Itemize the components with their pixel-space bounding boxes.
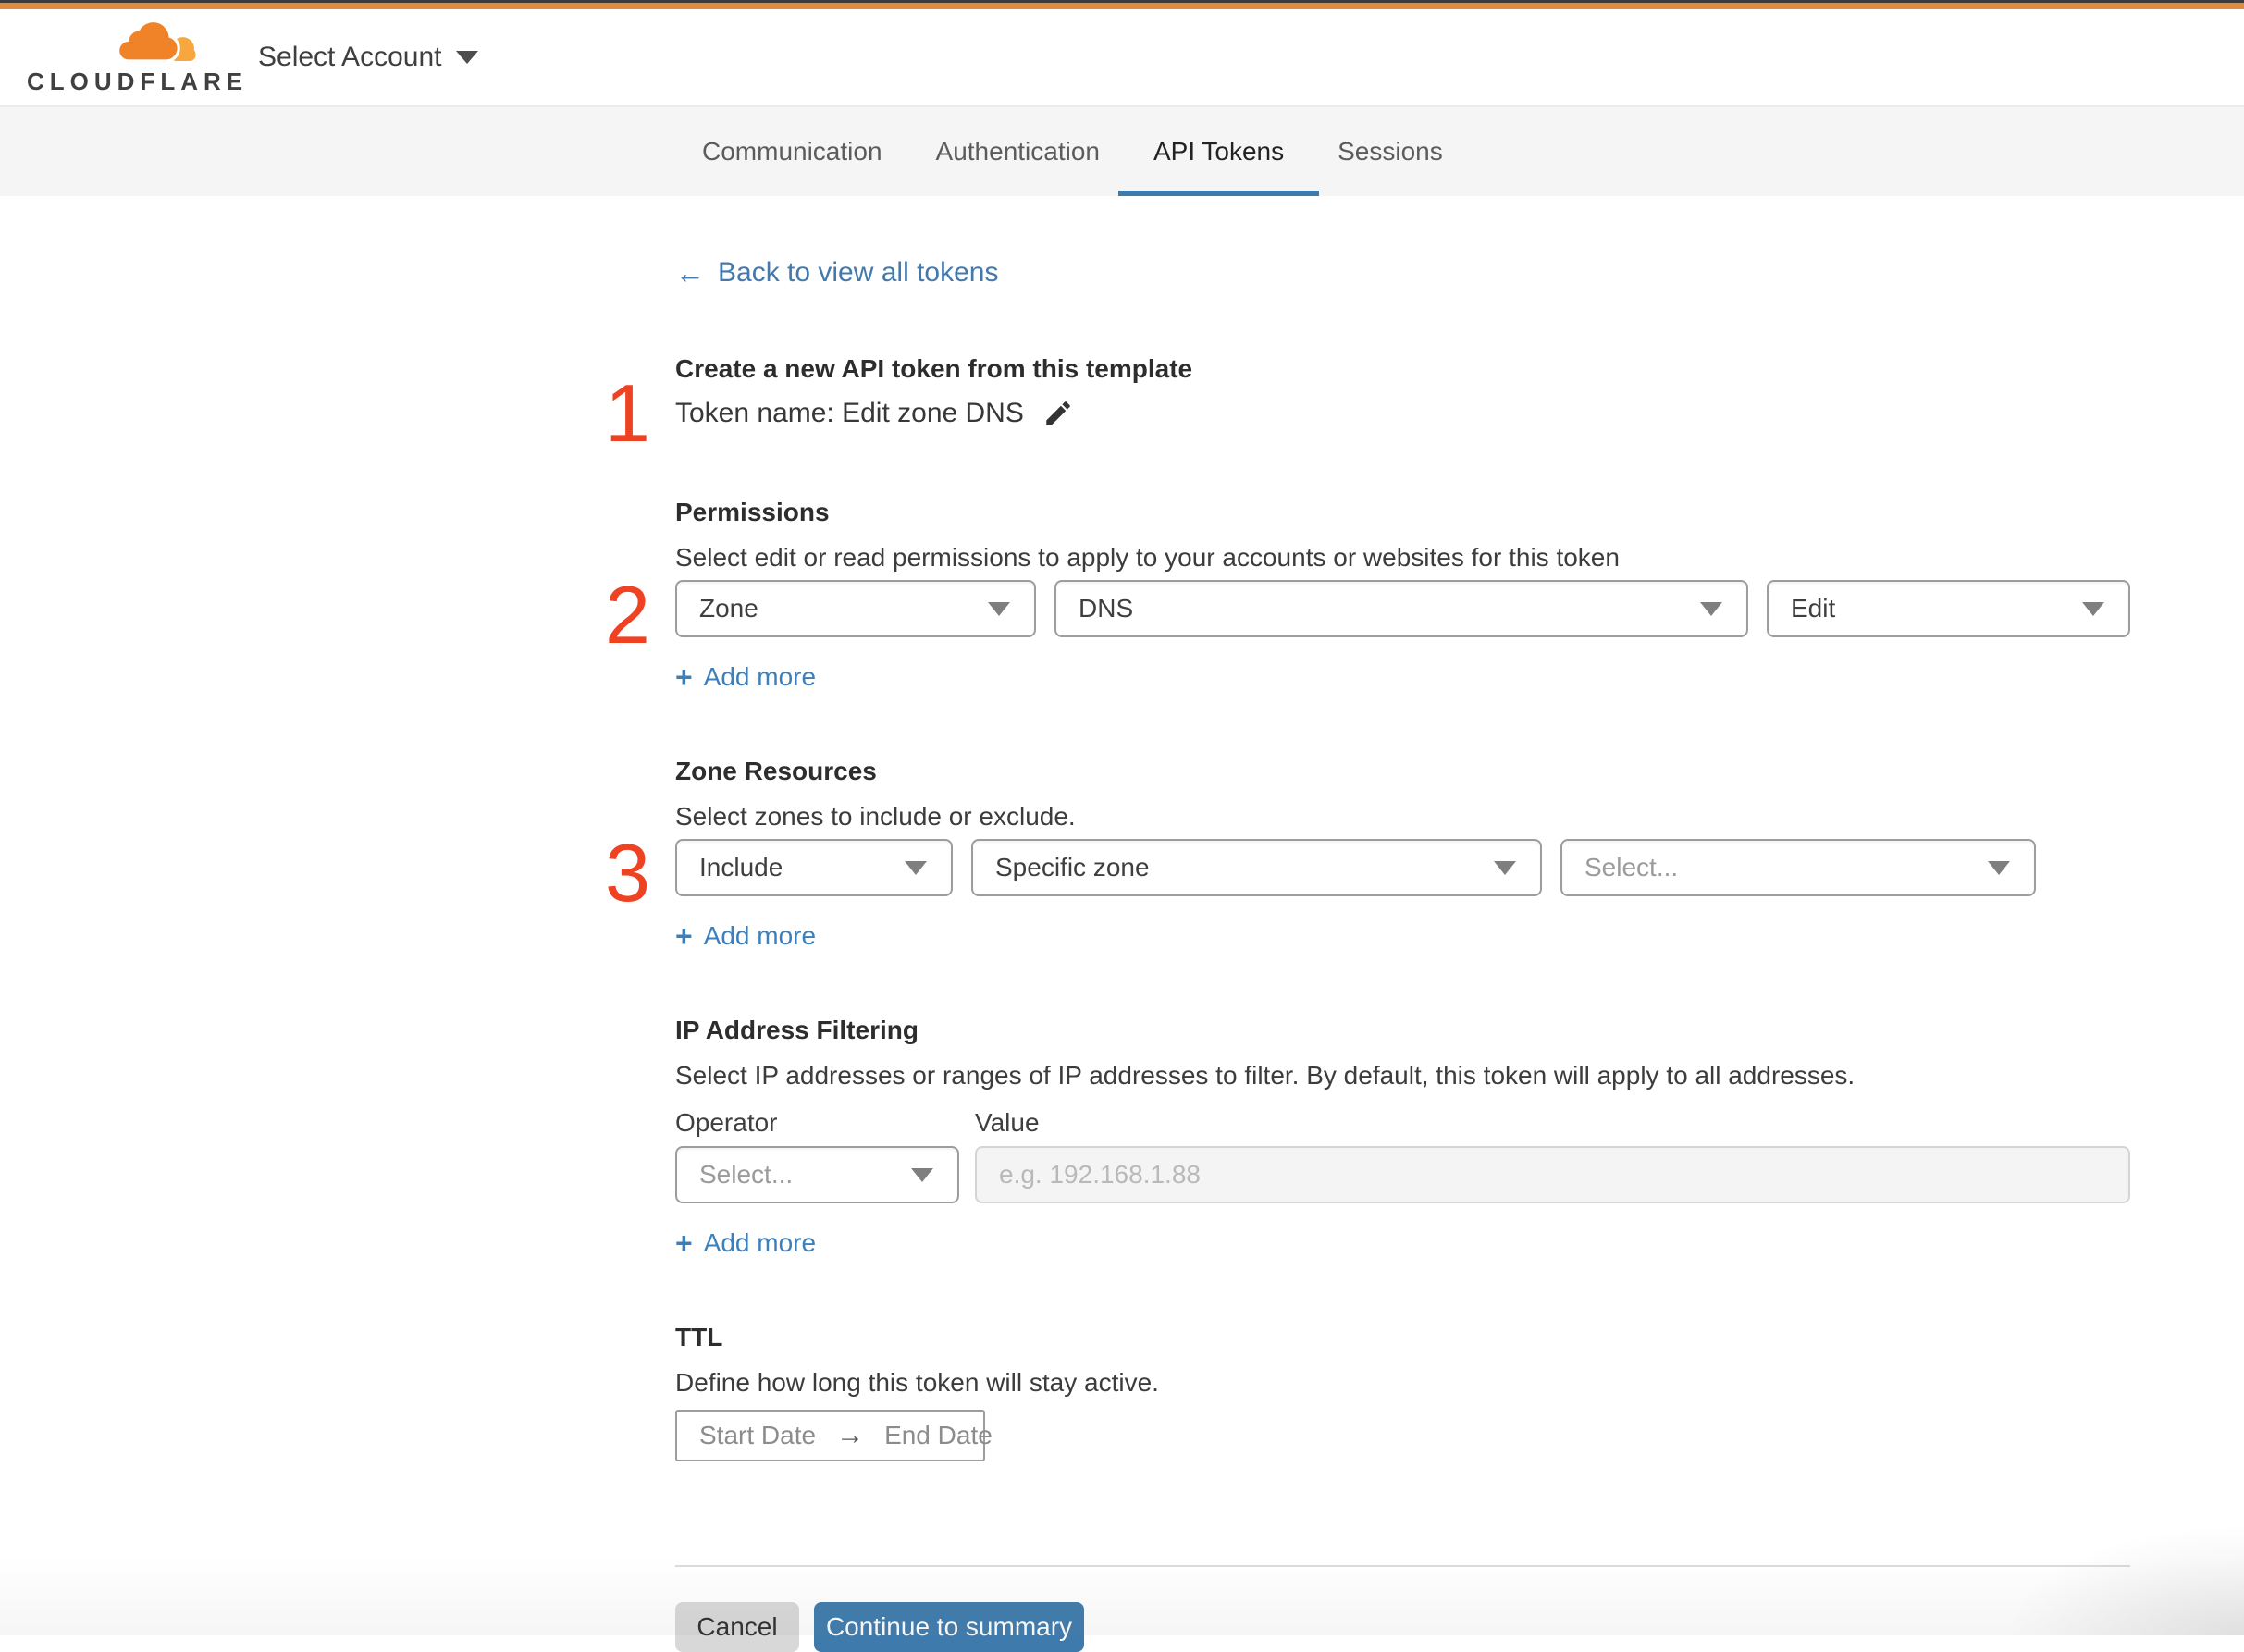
arrow-left-icon: ← <box>675 256 705 290</box>
add-more-label: Add more <box>703 921 817 950</box>
placeholder-value: Select... <box>699 1160 794 1190</box>
caret-down-icon <box>905 861 927 875</box>
selected-value: Edit <box>1791 594 1836 623</box>
ip-filtering-add-more-link[interactable]: + Add more <box>675 1227 816 1259</box>
caret-down-icon <box>1700 602 1722 616</box>
plus-icon: + <box>675 1227 693 1260</box>
permissions-row: 2 Zone DNS Edit <box>605 574 2130 656</box>
selected-value: DNS <box>1079 594 1134 623</box>
plus-icon: + <box>675 919 693 953</box>
back-link-label: Back to view all tokens <box>718 257 999 288</box>
ip-filtering-labels: Operator Value <box>675 1107 2130 1139</box>
tab-label: Sessions <box>1338 137 1443 166</box>
selected-value: Zone <box>699 594 758 623</box>
step-number-3: 3 <box>605 827 650 918</box>
permission-access-select[interactable]: Edit <box>1767 580 2130 637</box>
tab-sessions[interactable]: Sessions <box>1338 107 1443 196</box>
ttl-description: Define how long this token will stay act… <box>675 1368 1159 1397</box>
zone-resources-row: 3 Include Specific zone Select... <box>605 832 2130 914</box>
token-name-text: Token name: Edit zone DNS <box>675 398 1024 428</box>
pencil-icon <box>1046 401 1070 425</box>
operator-label: Operator <box>675 1108 778 1137</box>
permissions-description: Select edit or read permissions to apply… <box>675 543 1620 572</box>
zone-resources-heading: Zone Resources <box>675 757 877 785</box>
tab-label: Communication <box>702 137 882 166</box>
cloudflare-wordmark: CLOUDFLARE <box>27 67 249 95</box>
add-more-label: Add more <box>703 662 817 691</box>
ttl-date-range-picker[interactable]: Start Date → End Date <box>675 1410 993 1461</box>
end-date-placeholder: End Date <box>884 1421 993 1450</box>
brand-accent-bar <box>0 3 2244 9</box>
footer-divider <box>675 1565 2130 1567</box>
back-to-tokens-link[interactable]: ← Back to view all tokens <box>675 257 998 289</box>
caret-down-icon <box>911 1168 933 1182</box>
token-name-row: 1 Token name: Edit zone DNS <box>605 373 2130 454</box>
caret-down-icon <box>2082 602 2104 616</box>
footer-actions: Cancel Continue to summary <box>675 1602 2130 1652</box>
placeholder-value: Select... <box>1584 853 1679 882</box>
step-number-1: 1 <box>605 367 650 459</box>
plus-icon: + <box>675 660 693 694</box>
account-selector-label: Select Account <box>258 42 442 72</box>
caret-down-icon <box>1988 861 2010 875</box>
ip-filtering-row: Select... <box>675 1146 2130 1203</box>
zone-type-select[interactable]: Specific zone <box>971 839 1542 896</box>
ip-operator-select[interactable]: Select... <box>675 1146 959 1203</box>
zone-picker-select[interactable]: Select... <box>1560 839 2036 896</box>
tab-label: Authentication <box>935 137 1100 166</box>
step-number-2: 2 <box>605 569 650 660</box>
permission-category-select[interactable]: DNS <box>1054 580 1748 637</box>
chevron-down-icon <box>456 51 479 64</box>
ip-filtering-heading: IP Address Filtering <box>675 1016 919 1044</box>
add-more-label: Add more <box>703 1228 817 1257</box>
selected-value: Include <box>699 853 783 882</box>
ip-value-input <box>975 1146 2130 1203</box>
ip-filtering-description: Select IP addresses or ranges of IP addr… <box>675 1061 1856 1090</box>
tab-api-tokens[interactable]: API Tokens <box>1117 107 1320 196</box>
cancel-button[interactable]: Cancel <box>675 1602 799 1652</box>
cloudflare-cloud-icon <box>117 18 196 63</box>
profile-tabbar: Communication Authentication API Tokens … <box>0 106 2244 196</box>
caret-down-icon <box>1494 861 1516 875</box>
value-label: Value <box>975 1108 1040 1137</box>
ttl-heading: TTL <box>675 1323 723 1351</box>
caret-down-icon <box>988 602 1010 616</box>
header: CLOUDFLARE Select Account <box>0 9 2244 106</box>
selected-value: Specific zone <box>995 853 1150 882</box>
zone-resources-add-more-link[interactable]: + Add more <box>675 920 816 952</box>
continue-to-summary-button[interactable]: Continue to summary <box>814 1602 1084 1652</box>
zone-resources-description: Select zones to include or exclude. <box>675 802 1076 831</box>
tab-label: API Tokens <box>1153 137 1285 166</box>
permissions-heading: Permissions <box>675 498 830 526</box>
create-token-form: ← Back to view all tokens Create a new A… <box>605 196 2130 1652</box>
tab-authentication[interactable]: Authentication <box>936 107 1100 196</box>
tab-communication[interactable]: Communication <box>702 107 882 196</box>
permission-scope-select[interactable]: Zone <box>675 580 1036 637</box>
arrow-right-icon: → <box>836 1420 865 1450</box>
permissions-add-more-link[interactable]: + Add more <box>675 661 816 693</box>
zone-mode-select[interactable]: Include <box>675 839 953 896</box>
edit-token-name-button[interactable] <box>1042 397 1076 430</box>
cloudflare-logo[interactable]: CLOUDFLARE <box>27 18 249 96</box>
page-title: Create a new API token from this templat… <box>675 354 1193 383</box>
account-selector[interactable]: Select Account <box>258 41 479 74</box>
start-date-placeholder: Start Date <box>699 1421 817 1450</box>
